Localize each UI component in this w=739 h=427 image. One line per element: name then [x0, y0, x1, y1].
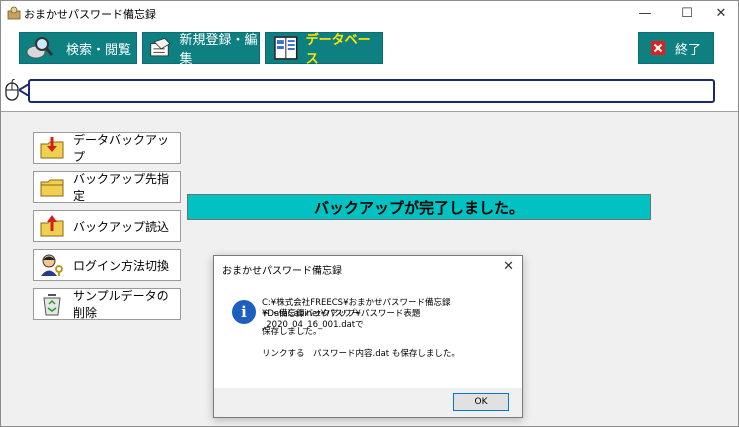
status-banner: バックアップが完了しました。 [187, 194, 651, 220]
message-dialog: おまかせパスワード備忘録 ✕ i C:¥株式会社FREECS¥おまかせパスワード… [213, 255, 523, 418]
folder-icon [40, 179, 64, 197]
data-backup-button[interactable]: データバックアップ [33, 132, 181, 164]
ok-button[interactable]: OK [453, 393, 509, 411]
register-edit-button[interactable]: 新規登録・編集 [142, 32, 260, 67]
database-button[interactable]: データベース [265, 32, 383, 67]
database-book-icon [274, 36, 298, 60]
minimize-button[interactable]: — [628, 1, 662, 25]
exit-label: 終了 [674, 42, 701, 58]
app-window: おまかせパスワード備忘録 — ☐ ✕ 検索・閲覧 新規登録・編集 データベース … [0, 0, 739, 427]
sidebar-item-label: ログイン方法切換 [73, 258, 170, 273]
app-icon [7, 6, 21, 20]
folder-upload-icon [40, 215, 64, 237]
sidebar-item-label: データバックアップ [73, 133, 170, 164]
user-key-icon [41, 254, 63, 276]
search-browse-button[interactable]: 検索・閲覧 [19, 32, 137, 64]
message-row [1, 71, 738, 112]
delete-sample-data-button[interactable]: サンプルデータの削除 [33, 288, 181, 320]
exit-button[interactable]: 終了 [638, 32, 714, 64]
register-edit-label: 新規登録・編集 [179, 33, 258, 67]
backup-destination-button[interactable]: バックアップ先指定 [33, 171, 181, 203]
exit-icon [650, 41, 665, 55]
title-bar: おまかせパスワード備忘録 — ☐ ✕ [1, 1, 738, 25]
info-icon: i [232, 300, 256, 324]
dialog-saved-text: 保存しました。 [262, 327, 322, 337]
hand-writing-icon [150, 37, 171, 57]
maximize-button[interactable]: ☐ [670, 1, 704, 25]
backup-load-button[interactable]: バックアップ読込 [33, 210, 181, 242]
close-button[interactable]: ✕ [704, 1, 738, 25]
message-box [28, 79, 715, 103]
sidebar-item-label: バックアップ先指定 [73, 172, 170, 203]
login-method-button[interactable]: ログイン方法切換 [33, 249, 181, 281]
window-title: おまかせパスワード備忘録 [24, 8, 156, 21]
magnifier-icon [26, 37, 54, 59]
dialog-close-button[interactable]: ✕ [503, 259, 514, 274]
dialog-title: おまかせパスワード備忘録 [222, 266, 342, 277]
search-browse-label: 検索・閲覧 [66, 42, 132, 58]
dialog-body: i C:¥株式会社FREECS¥おまかせパスワード備忘録¥DataCabinet… [214, 280, 522, 388]
dialog-footer: OK [214, 388, 522, 417]
dialog-link-text: リンクする パスワード内容.dat も保存しました。 [262, 349, 460, 359]
mouse-icon [5, 79, 19, 101]
database-label: データベース [305, 33, 371, 67]
sidebar-item-label: サンプルデータの削除 [73, 289, 169, 320]
folder-download-icon [40, 137, 64, 159]
sidebar-item-label: バックアップ読込 [73, 219, 170, 234]
recycle-bin-icon [43, 294, 61, 316]
toolbar: 検索・閲覧 新規登録・編集 データベース 終了 [1, 25, 738, 71]
